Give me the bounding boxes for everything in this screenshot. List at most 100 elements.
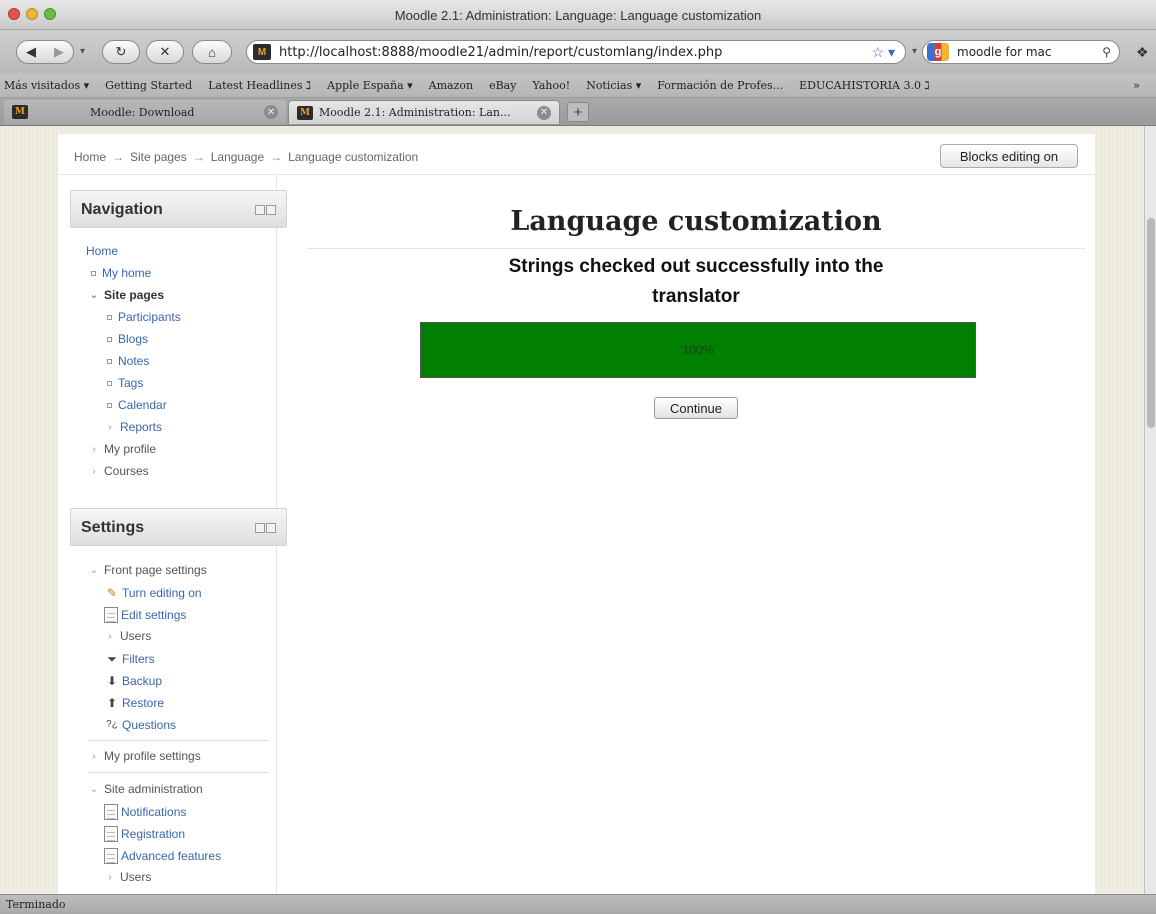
bookmark-item[interactable]: Amazon	[429, 79, 473, 92]
settings-my-profile-settings[interactable]: › My profile settings	[88, 749, 200, 763]
blocks-editing-button[interactable]: Blocks editing on	[940, 144, 1078, 168]
site-favicon-icon: M	[253, 44, 271, 60]
back-forward-group: ◀ ▶	[16, 40, 74, 64]
nav-home[interactable]: Home	[86, 244, 118, 258]
settings-site-users[interactable]: › Users	[104, 870, 151, 884]
dock-block-icon[interactable]	[266, 523, 276, 533]
search-icon[interactable]: ⚲	[1102, 45, 1111, 59]
tab-favicon-icon: M	[12, 105, 28, 119]
leaf-bullet-icon	[107, 402, 112, 408]
search-input[interactable]: moodle for mac	[957, 45, 1051, 59]
stop-button[interactable]: ✕	[146, 40, 184, 64]
bookmark-item[interactable]: Yahoo!	[532, 79, 570, 92]
reload-icon: ↻	[115, 44, 127, 59]
nav-my-profile-label: My profile	[104, 442, 157, 456]
nav-calendar-label: Calendar	[118, 398, 167, 412]
settings-filters[interactable]: ⏷ Filters	[104, 651, 154, 667]
funnel-icon: ⏷	[107, 652, 117, 666]
settings-turn-editing-on[interactable]: ✎ Turn editing on	[104, 585, 202, 601]
settings-users[interactable]: › Users	[104, 629, 151, 643]
chevron-right-icon: ›	[92, 465, 96, 477]
plus-icon: +	[573, 103, 583, 121]
bookmark-item[interactable]: Apple España ▾	[327, 79, 413, 92]
vertical-scrollbar[interactable]	[1144, 126, 1156, 894]
nav-reports[interactable]: › Reports	[104, 420, 162, 434]
left-sidebar: Navigation Home My home ⌄ Site pages Par…	[58, 174, 287, 894]
settings-backup[interactable]: ⬇ Backup	[104, 673, 162, 689]
bookmarks-overflow-chevron[interactable]: »	[1133, 79, 1140, 92]
bookmark-item[interactable]: Noticias ▾	[586, 79, 641, 92]
settings-site-administration[interactable]: ⌄ Site administration	[88, 782, 203, 796]
settings-front-page[interactable]: ⌄ Front page settings	[88, 563, 207, 577]
tab-close-icon[interactable]: ✕	[537, 105, 551, 120]
tab-moodle-admin[interactable]: M Moodle 2.1: Administration: Lan... ✕	[288, 100, 560, 124]
continue-button[interactable]: Continue	[654, 397, 738, 419]
breadcrumb-language[interactable]: Language	[211, 150, 264, 164]
bookmark-item[interactable]: EDUCAHISTORIA 3.0 ℷ	[799, 79, 930, 92]
restore-icon: ⬆	[106, 696, 118, 710]
nav-notes[interactable]: Notes	[104, 354, 149, 368]
nav-calendar[interactable]: Calendar	[104, 398, 167, 412]
nav-courses[interactable]: › Courses	[88, 464, 148, 478]
settings-front-page-label: Front page settings	[104, 563, 207, 577]
bookmark-item[interactable]: eBay	[489, 79, 516, 92]
navigation-block-header: Navigation	[70, 190, 287, 228]
forward-arrow-icon[interactable]: ▶	[54, 44, 64, 60]
search-engine-dropdown-icon[interactable]: ▾	[912, 46, 917, 57]
history-dropdown-icon[interactable]: ▾	[80, 46, 85, 57]
search-box[interactable]: g moodle for mac ⚲	[922, 40, 1120, 64]
settings-edit-settings-label: Edit settings	[121, 608, 187, 622]
home-button[interactable]: ⌂	[192, 40, 232, 64]
nav-notes-label: Notes	[118, 354, 150, 368]
address-bar[interactable]: M http://localhost:8888/moodle21/admin/r…	[246, 40, 906, 64]
settings-registration-label: Registration	[121, 827, 186, 841]
title-divider	[308, 248, 1084, 249]
collapse-block-icon[interactable]	[255, 523, 265, 533]
progress-bar: 100%	[420, 322, 976, 378]
bookmark-item[interactable]: Más visitados ▾	[4, 79, 89, 92]
home-icon: ⌂	[208, 44, 216, 60]
bookmark-item[interactable]: Getting Started	[105, 79, 192, 92]
settings-block-title: Settings	[81, 519, 145, 536]
chevron-right-icon: ›	[92, 750, 96, 762]
nav-my-home[interactable]: My home	[88, 266, 151, 280]
nav-site-pages[interactable]: ⌄ Site pages	[88, 288, 164, 302]
settings-notifications[interactable]: Notifications	[104, 804, 186, 820]
breadcrumb-site-pages[interactable]: Site pages	[130, 150, 187, 164]
settings-registration[interactable]: Registration	[104, 826, 185, 842]
nav-participants[interactable]: Participants	[104, 310, 181, 324]
nav-blogs[interactable]: Blogs	[104, 332, 148, 346]
nav-my-profile[interactable]: › My profile	[88, 442, 156, 456]
nav-home-label: Home	[86, 244, 119, 258]
tab-close-icon[interactable]: ✕	[264, 105, 278, 119]
tab-label: Moodle 2.1: Administration: Lan...	[319, 106, 511, 119]
reload-button[interactable]: ↻	[102, 40, 140, 64]
google-engine-icon[interactable]: g	[927, 43, 949, 61]
extension-icon[interactable]: ❖	[1136, 44, 1149, 61]
back-arrow-icon[interactable]: ◀	[26, 44, 36, 60]
scrollbar-thumb[interactable]	[1147, 218, 1155, 428]
settings-restore[interactable]: ⬆ Restore	[104, 695, 164, 711]
settings-users-label: Users	[120, 629, 152, 643]
nav-blogs-label: Blogs	[118, 332, 149, 346]
collapse-block-icon[interactable]	[255, 205, 265, 215]
breadcrumb-separator: →	[192, 150, 205, 164]
bookmark-item[interactable]: Formación de Profes...	[657, 79, 783, 92]
bookmark-item[interactable]: Latest Headlines ℷ	[208, 79, 311, 92]
success-notice-line1: Strings checked out successfully into th…	[508, 256, 884, 277]
block-controls	[255, 523, 276, 533]
nav-participants-label: Participants	[118, 310, 181, 324]
settings-questions[interactable]: ?¿ Questions	[104, 717, 176, 733]
nav-tags[interactable]: Tags	[104, 376, 143, 390]
breadcrumb-home[interactable]: Home	[74, 150, 106, 164]
questions-icon: ?¿	[106, 719, 118, 730]
bookmark-star-icon[interactable]: ☆ ▾	[872, 44, 895, 61]
settings-divider	[88, 740, 268, 741]
settings-advanced-features[interactable]: Advanced features	[104, 848, 221, 864]
settings-edit-settings[interactable]: Edit settings	[104, 607, 186, 623]
tab-moodle-download[interactable]: M Moodle: Download ✕	[4, 100, 286, 124]
success-notice: Strings checked out successfully into th…	[308, 252, 1084, 312]
new-tab-button[interactable]: +	[567, 102, 589, 122]
breadcrumb-separator: →	[270, 150, 283, 164]
dock-block-icon[interactable]	[266, 205, 276, 215]
